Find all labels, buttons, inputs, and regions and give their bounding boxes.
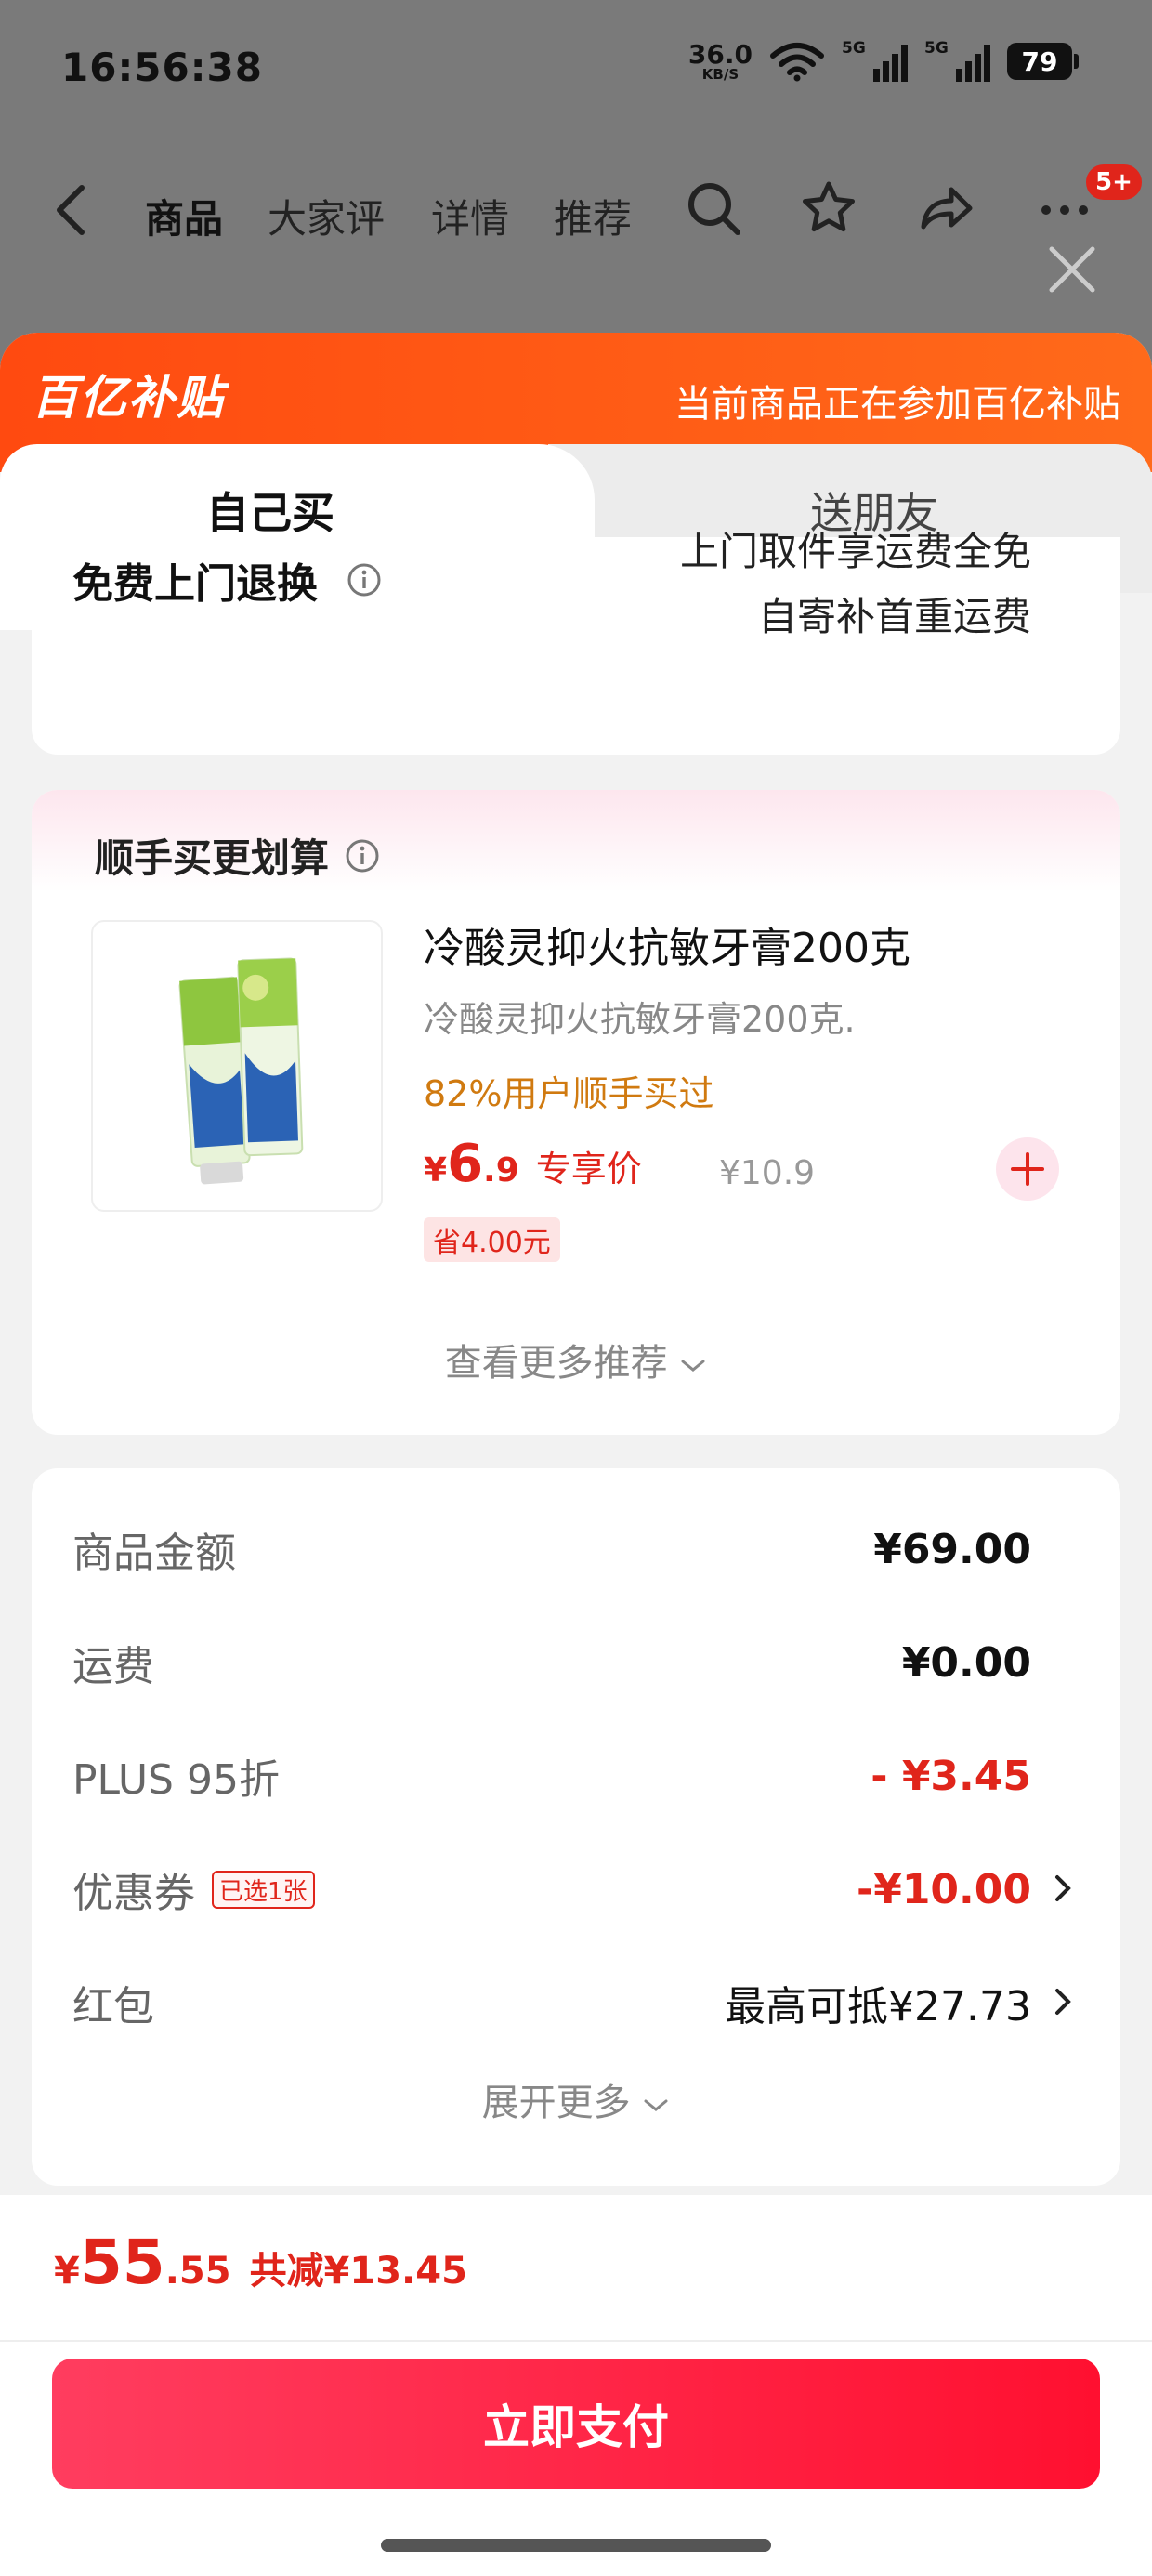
search-icon[interactable] — [684, 178, 743, 238]
coupon-value: -¥10.00 — [856, 1865, 1031, 1913]
star-icon[interactable] — [799, 178, 858, 238]
toothpaste-icon — [178, 957, 304, 1185]
recommend-title-label: 顺手买更划算 — [95, 835, 330, 881]
original-price: ¥10.9 — [719, 1154, 816, 1192]
tab-reviews[interactable]: 大家评 — [268, 188, 385, 244]
home-indicator[interactable] — [381, 2539, 771, 2552]
network-type: 5G — [842, 39, 866, 58]
speed-value: 36.0 — [687, 38, 753, 70]
summary-row-subtotal: 商品金额 ¥69.00 — [72, 1525, 1031, 1578]
back-arrow-icon[interactable] — [46, 182, 98, 238]
product-price: ¥ 6 .9 专享价 — [424, 1134, 642, 1194]
chevron-right-icon[interactable] — [1052, 1985, 1074, 2018]
add-on-recommend-card: 顺手买更划算 冷酸灵抑火抗敏牙膏200克 冷酸灵抑火抗敏牙膏200克. 82%用… — [32, 790, 1120, 1435]
signal-icon: 5G — [842, 39, 908, 82]
close-icon[interactable] — [1042, 240, 1102, 299]
status-time: 16:56:38 — [61, 45, 263, 90]
tab-recommend[interactable]: 推荐 — [554, 188, 632, 244]
free-return-label: 免费上门退换 — [72, 560, 318, 608]
network-speed: 36.0 KB/S — [687, 38, 753, 83]
exclusive-price-label: 专享价 — [535, 1149, 642, 1189]
red-packet-value: 最高可抵¥27.73 — [725, 1983, 1031, 2031]
total-saved: 共减¥13.45 — [249, 2250, 467, 2293]
coupon-selected-tag: 已选1张 — [212, 1870, 315, 1909]
signal-icon-2: 5G — [924, 39, 990, 82]
tab-product[interactable]: 商品 — [145, 188, 223, 244]
status-icons: 36.0 KB/S 5G 5G 79 — [687, 38, 1079, 83]
product-subtitle: 冷酸灵抑火抗敏牙膏200克. — [424, 999, 856, 1040]
info-icon[interactable] — [344, 837, 381, 874]
return-self-ship-text: 自寄补首重运费 — [757, 594, 1031, 639]
recommend-title: 顺手买更划算 — [95, 827, 381, 884]
plus-discount-value: - ¥3.45 — [871, 1752, 1031, 1800]
tab-details[interactable]: 详情 — [431, 188, 509, 244]
price-summary-card: 商品金额 ¥69.00 运费 ¥0.00 PLUS 95折 - ¥3.45 优惠… — [32, 1468, 1120, 2186]
view-more-recommend[interactable]: 查看更多推荐 — [32, 1333, 1120, 1387]
summary-row-plus-discount: PLUS 95折 - ¥3.45 — [72, 1752, 1031, 1805]
subsidy-logo: 百亿补贴 — [32, 371, 225, 425]
summary-row-red-packet[interactable]: 红包 最高可抵¥27.73 — [72, 1970, 1031, 2035]
free-return-title: 免费上门退换 — [72, 550, 383, 610]
return-pickup-text: 上门取件享运费全免 — [679, 529, 1031, 574]
payment-bar: ¥ 55 .55 共减¥13.45 立即支付 — [0, 2195, 1152, 2576]
speed-unit: KB/S — [701, 65, 740, 83]
add-to-order-button[interactable] — [996, 1137, 1059, 1201]
tab-buy-self-label: 自己买 — [206, 488, 334, 538]
savings-tag: 省4.00元 — [424, 1217, 560, 1262]
chevron-right-icon[interactable] — [1052, 1872, 1074, 1905]
info-icon[interactable] — [346, 561, 383, 598]
divider — [0, 2340, 1152, 2342]
toothpaste-image[interactable] — [91, 920, 383, 1212]
network-type-2: 5G — [924, 39, 949, 58]
status-bar: 16:56:38 36.0 KB/S 5G 5G 79 — [0, 0, 1152, 139]
message-badge: 5+ — [1083, 162, 1145, 203]
buyers-percentage: 82%用户顺手买过 — [424, 1073, 714, 1114]
chevron-down-icon — [681, 1360, 705, 1372]
summary-row-shipping: 运费 ¥0.00 — [72, 1638, 1031, 1691]
shipping-value: ¥0.00 — [901, 1638, 1031, 1687]
product-nav-bar: 商品 大家评 详情 推荐 — [0, 167, 1152, 251]
free-return-card: 免费上门退换 上门取件享运费全免 自寄补首重运费 — [32, 529, 1120, 755]
product-name[interactable]: 冷酸灵抑火抗敏牙膏200克 — [424, 914, 910, 974]
battery-icon: 79 — [1007, 43, 1079, 80]
expand-more-button[interactable]: 展开更多 — [32, 2072, 1120, 2126]
wifi-icon — [770, 43, 824, 82]
pay-now-button[interactable]: 立即支付 — [52, 2359, 1100, 2489]
subtotal-value: ¥69.00 — [873, 1525, 1031, 1573]
chevron-down-icon — [644, 2099, 668, 2111]
subsidy-notice: 当前商品正在参加百亿补贴 — [674, 383, 1120, 426]
plus-icon — [1011, 1152, 1044, 1186]
share-icon[interactable] — [916, 178, 975, 238]
total-price: ¥ 55 .55 共减¥13.45 — [54, 2227, 467, 2298]
summary-row-coupon[interactable]: 优惠券 已选1张 -¥10.00 — [72, 1857, 1031, 1922]
checkout-sheet: 百亿补贴 当前商品正在参加百亿补贴 送朋友 自己买 免费上门退换 上门取件享运费… — [0, 333, 1152, 2576]
